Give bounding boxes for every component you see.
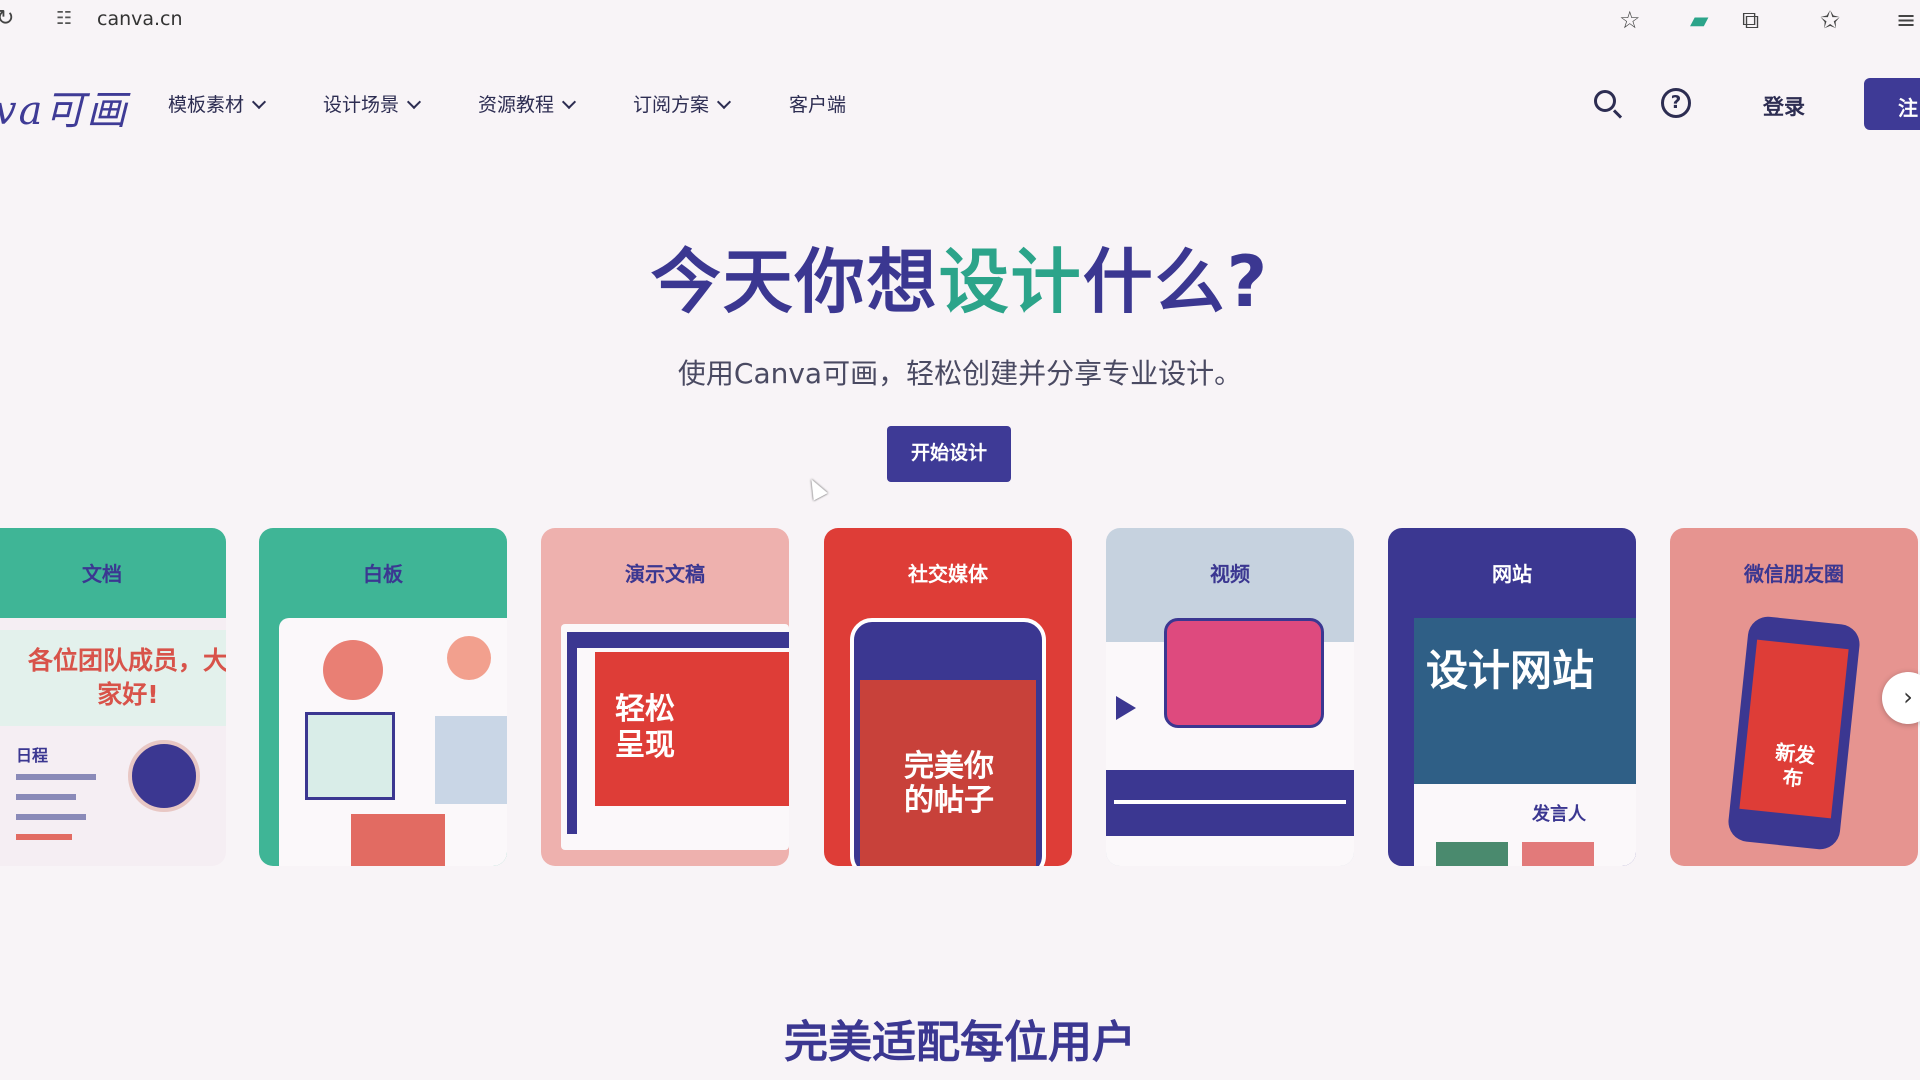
card-whiteboard[interactable]: 白板 <box>259 528 507 866</box>
bookmark-star-icon[interactable]: ☆ <box>1619 6 1641 34</box>
nav-label: 资源教程 <box>478 94 555 116</box>
section-title: 完美适配每位用户 <box>784 1017 1136 1068</box>
slide-heading: 轻松呈现 <box>615 692 675 763</box>
slide-sidebar <box>567 648 577 834</box>
site-settings-icon[interactable]: ☷ <box>56 8 72 29</box>
phone-screen <box>1739 639 1849 819</box>
waveform-line <box>1114 800 1346 804</box>
card-wechat-moments[interactable]: 微信朋友圈 新发布 <box>1670 528 1918 866</box>
extension-icon[interactable]: ▰ <box>1690 6 1708 34</box>
mouse-cursor-icon <box>804 475 828 501</box>
search-icon[interactable] <box>1594 90 1616 112</box>
browser-toolbar: ↻ ☷ canva.cn ☆ ▰ ⧉ ✩ ≡ <box>0 0 1920 40</box>
card-website[interactable]: 网站 设计网站 发言人 <box>1388 528 1636 866</box>
nav-design-scenes[interactable]: 设计场景 <box>323 90 422 117</box>
nav-label: 模板素材 <box>168 94 245 116</box>
card-title: 演示文稿 <box>625 562 705 586</box>
nav-templates[interactable]: 模板素材 <box>168 90 267 117</box>
card-video[interactable]: 视频 <box>1106 528 1354 866</box>
card-title: 白板 <box>363 562 403 586</box>
doc-heading: 各位团队成员，大家好! <box>28 646 226 709</box>
help-icon[interactable]: ? <box>1661 88 1691 118</box>
speaker-photo <box>1522 842 1594 866</box>
chevron-down-icon <box>406 94 422 110</box>
register-button[interactable]: 注 <box>1864 78 1920 130</box>
bulb-sticker <box>447 636 491 680</box>
card-title: 网站 <box>1492 562 1532 586</box>
card-social-media[interactable]: 社交媒体 完美你的帖子 <box>824 528 1072 866</box>
card-title: 文档 <box>82 562 122 586</box>
nav-label: 设计场景 <box>323 94 400 116</box>
chevron-down-icon <box>251 94 267 110</box>
chevron-down-icon <box>561 94 577 110</box>
nav-label: 订阅方案 <box>633 94 710 116</box>
login-button[interactable]: 登录 <box>1763 91 1805 121</box>
hero-title-accent: 设计 <box>938 241 1083 323</box>
doc-agenda-label: 日程 <box>16 746 49 765</box>
avatar <box>128 740 200 812</box>
reload-icon[interactable]: ↻ <box>0 6 14 31</box>
canva-logo[interactable]: va可画 <box>0 78 128 136</box>
website-heading: 设计网站 <box>1426 646 1595 695</box>
hero-subtitle: 使用Canva可画，轻松创建并分享专业设计。 <box>677 357 1243 390</box>
doc-line <box>16 774 96 780</box>
card-presentation[interactable]: 演示文稿 轻松呈现 <box>541 528 789 866</box>
hero-title: 今天你想设计什么? <box>0 226 1920 327</box>
nav-client[interactable]: 客户端 <box>789 90 846 117</box>
chevron-right-icon: › <box>1903 683 1913 711</box>
card-docs[interactable]: 文档 各位团队成员，大家好! 日程 <box>0 528 226 866</box>
address-bar[interactable]: canva.cn <box>97 8 183 30</box>
play-icon[interactable] <box>1116 696 1136 720</box>
website-speaker-label: 发言人 <box>1532 804 1586 825</box>
phone-post-heading: 新发布 <box>1774 740 1817 791</box>
smiley-sticker <box>323 640 383 700</box>
nav-label: 客户端 <box>789 94 847 116</box>
card-title: 视频 <box>1210 562 1250 586</box>
doc-line <box>16 834 72 840</box>
reading-list-icon[interactable]: ≡ <box>1896 6 1916 34</box>
video-thumbnail <box>1164 618 1324 728</box>
doc-line <box>16 814 86 820</box>
puzzle-icon[interactable]: ⧉ <box>1742 6 1759 34</box>
website-hero <box>1414 618 1636 784</box>
sticky-note <box>435 716 507 804</box>
card-title: 微信朋友圈 <box>1744 562 1844 586</box>
nav-pricing[interactable]: 订阅方案 <box>633 90 732 117</box>
favorites-icon[interactable]: ✩ <box>1820 6 1840 34</box>
chevron-down-icon <box>716 94 732 110</box>
hero-title-part1: 今天你想 <box>650 241 939 323</box>
sticky-note <box>351 814 445 866</box>
speaker-photo <box>1436 842 1508 866</box>
start-design-button[interactable]: 开始设计 <box>887 426 1011 482</box>
slide-toolbar <box>567 632 789 648</box>
doc-line <box>16 794 76 800</box>
hero-title-part2: 什么? <box>1082 241 1270 323</box>
sticky-note <box>305 712 395 800</box>
social-post-heading: 完美你的帖子 <box>904 749 994 818</box>
nav-resources[interactable]: 资源教程 <box>478 90 577 117</box>
card-title: 社交媒体 <box>908 562 988 586</box>
